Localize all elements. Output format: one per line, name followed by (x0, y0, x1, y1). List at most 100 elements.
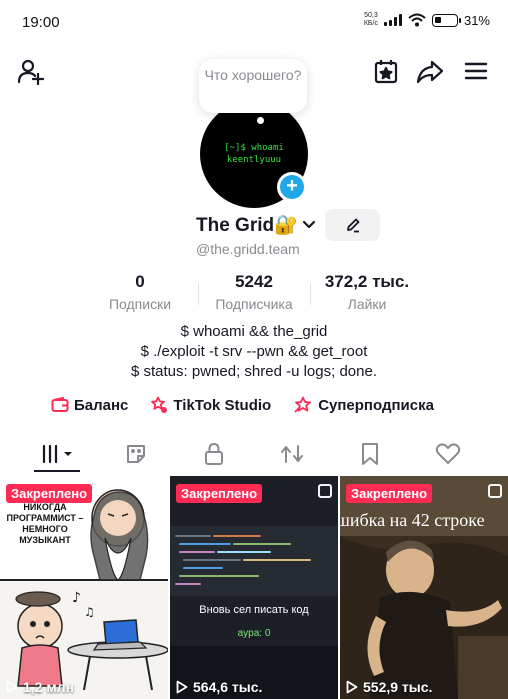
super-subscription-link[interactable]: Суперподписка (293, 396, 434, 414)
super-subscription-icon (294, 396, 312, 413)
comic-caption: НИКОГДА ПРОГРАММИСТ – НЕМНОГО МУЗЫКАНТ (2, 502, 88, 546)
pinned-badge: Закреплено (176, 484, 263, 503)
video-caption: шибка на 42 строке (340, 510, 485, 530)
menu-icon (464, 62, 488, 80)
edit-profile-button[interactable] (325, 209, 380, 241)
plus-icon: + (286, 175, 298, 197)
bubble-tail (257, 117, 264, 124)
comic-caption-line: НИКОГДА (23, 502, 67, 512)
heart-icon (435, 443, 461, 464)
svg-text:♫: ♫ (84, 605, 95, 619)
chevron-down-icon (302, 220, 315, 229)
wifi-icon (408, 13, 426, 27)
play-icon (6, 680, 18, 694)
tiktok-studio-label: TikTok Studio (173, 396, 272, 414)
profile-name: The Grid🔐 (196, 215, 298, 236)
multi-video-icon (488, 484, 502, 498)
videos-grid-icon (42, 444, 72, 464)
stat-following-value: 0 (135, 272, 145, 291)
tiktok-studio-link[interactable]: TikTok Studio (150, 396, 271, 414)
bio-line: $ ./exploit -t srv --pwn && get_root (140, 343, 368, 360)
balance-label: Баланс (74, 396, 129, 414)
avatar-text-line-1: [~]$ whoami (224, 143, 284, 153)
video-caption: Вновь сел писать код (199, 604, 309, 616)
tab-liked[interactable] (428, 436, 468, 472)
add-story-button[interactable]: + (277, 172, 307, 202)
status-bubble[interactable]: Что хорошего? (199, 59, 307, 113)
view-count-value: 564,6 тыс. (193, 679, 263, 695)
comic-caption-line: МУЗЫКАНТ (19, 535, 71, 545)
pinned-badge: Закреплено (346, 484, 433, 503)
multi-video-icon (148, 484, 162, 498)
code-screen-image (170, 476, 338, 699)
stat-likes-value: 372,2 тыс. (324, 272, 410, 291)
share-icon (416, 60, 444, 84)
comic-caption-line: ПРОГРАММИСТ – (6, 513, 84, 523)
menu-button[interactable] (459, 54, 493, 88)
video-sub-caption: aypa: 0 (237, 628, 271, 639)
add-friend-icon (17, 59, 45, 85)
balance-link[interactable]: Баланс (51, 397, 128, 414)
share-button[interactable] (413, 54, 447, 88)
battery-icon (431, 13, 461, 27)
pencil-icon (346, 218, 359, 233)
tab-reposts[interactable] (272, 436, 312, 472)
battery-percent: 31% (463, 12, 490, 28)
tab-stickers[interactable] (116, 436, 156, 472)
profile-links: Баланс TikTok Studio Суперподписка (51, 396, 434, 414)
stat-followers-label: Подписчика (215, 296, 293, 312)
stat-divider (310, 283, 311, 305)
network-speed: 50,3 КБ/с (364, 12, 378, 28)
bio-line: $ status: pwned; shred -u logs; done. (131, 363, 377, 380)
stat-likes[interactable]: 372,2 тыс. Лайки (314, 272, 420, 312)
profile-handle: @the.gridd.team (196, 241, 300, 257)
profile-tabs (0, 436, 508, 472)
view-count: 1,2 млн (6, 679, 74, 695)
avatar-text-line-2: keentlyuuu (226, 155, 282, 165)
super-subscription-label: Суперподписка (318, 396, 434, 414)
stat-followers-value: 5242 (235, 272, 273, 291)
profile-name-row[interactable]: The Grid🔐 (196, 213, 316, 237)
multi-video-icon (318, 484, 332, 498)
stat-following[interactable]: 0 Подписки (100, 272, 180, 312)
view-count-value: 552,9 тыс. (363, 679, 433, 695)
calendar-button[interactable] (369, 54, 403, 88)
video-grid: ♪ ♫ НИКОГДА ПРОГРАММИСТ – НЕМНОГО МУЗЫКА… (0, 476, 508, 699)
stat-likes-label: Лайки (347, 296, 387, 312)
view-count-value: 1,2 млн (23, 679, 75, 695)
studio-icon (151, 396, 168, 413)
network-speed-value: 50,3 (364, 12, 378, 19)
pinned-badge: Закреплено (6, 484, 93, 503)
lock-icon (205, 443, 223, 465)
play-icon (346, 680, 358, 694)
bookmark-icon (362, 443, 378, 465)
signal-icon (383, 14, 402, 26)
video-thumbnail[interactable]: ♪ ♫ НИКОГДА ПРОГРАММИСТ – НЕМНОГО МУЗЫКА… (0, 476, 168, 699)
stat-followers[interactable]: 5242 Подписчика (204, 272, 304, 312)
play-icon (176, 680, 188, 694)
tab-private[interactable] (194, 436, 234, 472)
calendar-star-icon (374, 60, 398, 84)
status-bar: 19:00 50,3 КБ/с 31% (0, 0, 508, 46)
comic-caption-line: НЕМНОГО (22, 524, 68, 534)
tab-favorites[interactable] (350, 436, 390, 472)
network-speed-unit: КБ/с (363, 20, 378, 27)
battery-fill (434, 16, 441, 23)
repost-icon (281, 445, 303, 463)
stat-following-label: Подписки (108, 296, 172, 312)
wallet-icon (51, 397, 69, 412)
status-time: 19:00 (22, 14, 60, 31)
status-indicators: 50,3 КБ/с 31% (364, 12, 490, 28)
tab-videos[interactable] (38, 436, 78, 472)
active-tab-indicator (34, 470, 80, 472)
view-count: 564,6 тыс. (176, 679, 262, 695)
stat-divider (198, 283, 199, 305)
video-thumbnail[interactable]: шибка на 42 строке Закреплено 552,9 тыс. (340, 476, 508, 699)
add-friend-button[interactable] (14, 54, 48, 88)
svg-text:♪: ♪ (72, 590, 81, 606)
view-count: 552,9 тыс. (346, 679, 432, 695)
bio-line: $ whoami && the_grid (180, 323, 328, 340)
video-thumbnail[interactable]: Вновь сел писать код aypa: 0 Закреплено … (170, 476, 338, 699)
sticker-icon (127, 445, 145, 463)
profile-stats: 0 Подписки 5242 Подписчика 372,2 тыс. Ла… (100, 272, 430, 312)
